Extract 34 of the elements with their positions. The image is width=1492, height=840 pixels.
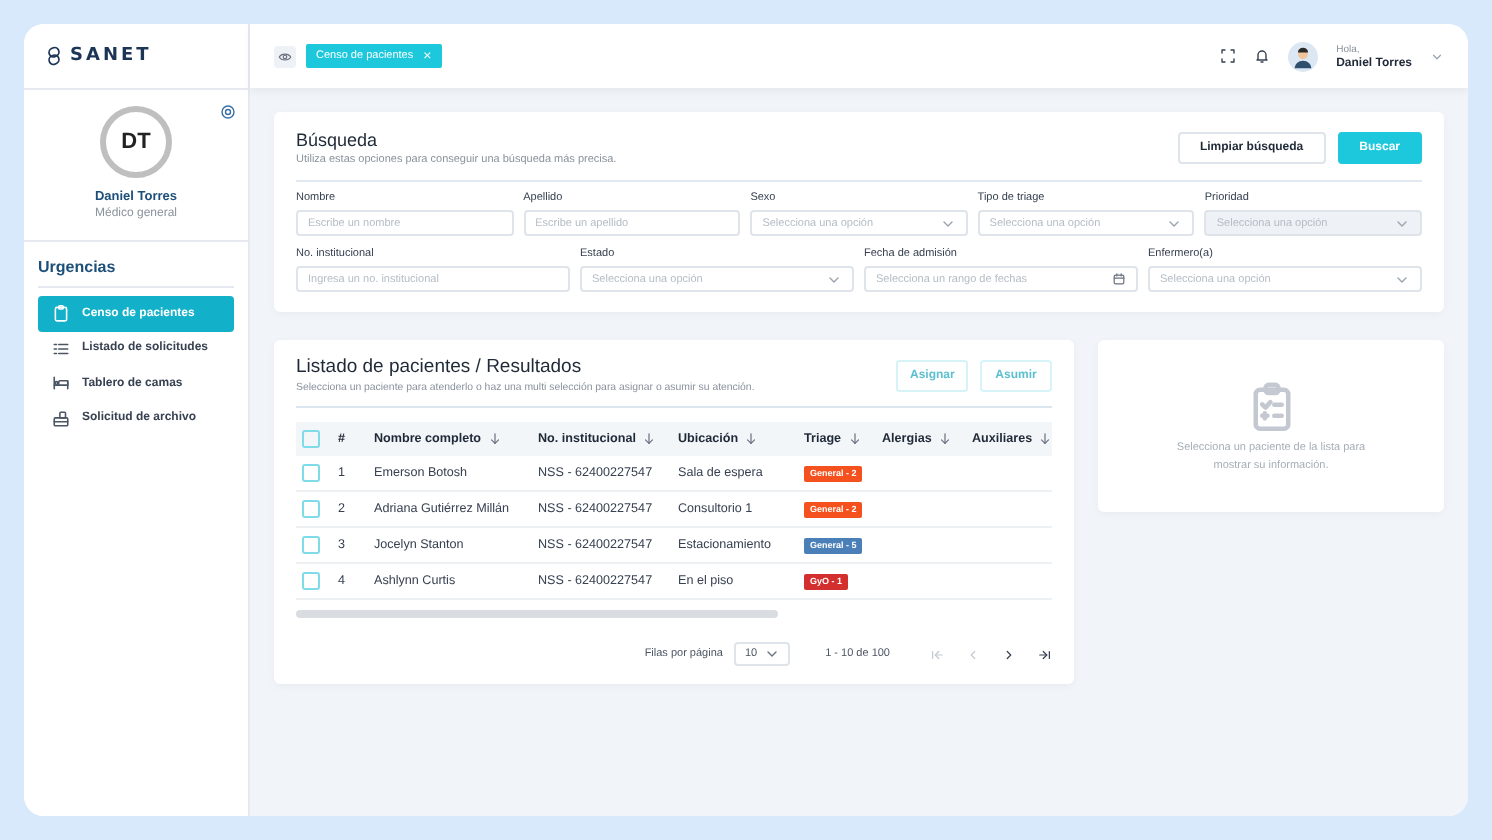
sort-arrow-icon — [744, 432, 759, 446]
sort-arrow-icon — [641, 432, 656, 446]
settings-icon[interactable] — [220, 104, 236, 120]
sort-arrow-icon — [1038, 432, 1053, 446]
checkbox[interactable] — [302, 536, 320, 554]
avatar-initials: DT — [100, 106, 172, 178]
app-logo: SANET — [70, 46, 152, 66]
eye-icon[interactable] — [278, 49, 292, 63]
logo-icon — [44, 46, 64, 66]
fullscreen-icon[interactable] — [1220, 48, 1237, 64]
checkbox[interactable] — [302, 500, 320, 518]
chevron-down-icon — [763, 646, 780, 662]
bed-icon — [52, 374, 70, 393]
bell-icon[interactable] — [1254, 48, 1271, 64]
next-page-icon[interactable] — [1002, 647, 1016, 661]
sort-arrow-icon — [847, 432, 862, 446]
last-page-icon[interactable] — [1038, 647, 1052, 661]
checkbox[interactable] — [302, 464, 320, 482]
sort-arrow-icon — [937, 432, 952, 446]
calendar-icon — [1112, 272, 1126, 286]
section-title: Búsqueda — [296, 130, 380, 150]
list-icon — [52, 339, 70, 358]
avatar-icon[interactable] — [1288, 41, 1319, 71]
first-page-icon[interactable] — [930, 647, 944, 661]
clipboard-icon — [52, 304, 70, 323]
chevron-down-icon[interactable] — [1430, 49, 1444, 63]
previous-page-icon[interactable] — [966, 647, 980, 661]
sort-arrow-icon — [487, 432, 502, 446]
section-title: Urgencias — [38, 258, 116, 276]
section-title: Listado de pacientes / Resultados — [296, 356, 584, 378]
archive-icon — [52, 409, 70, 428]
scrollbar-thumb[interactable] — [296, 610, 778, 618]
checkbox[interactable] — [302, 430, 320, 448]
checkbox[interactable] — [302, 572, 320, 590]
